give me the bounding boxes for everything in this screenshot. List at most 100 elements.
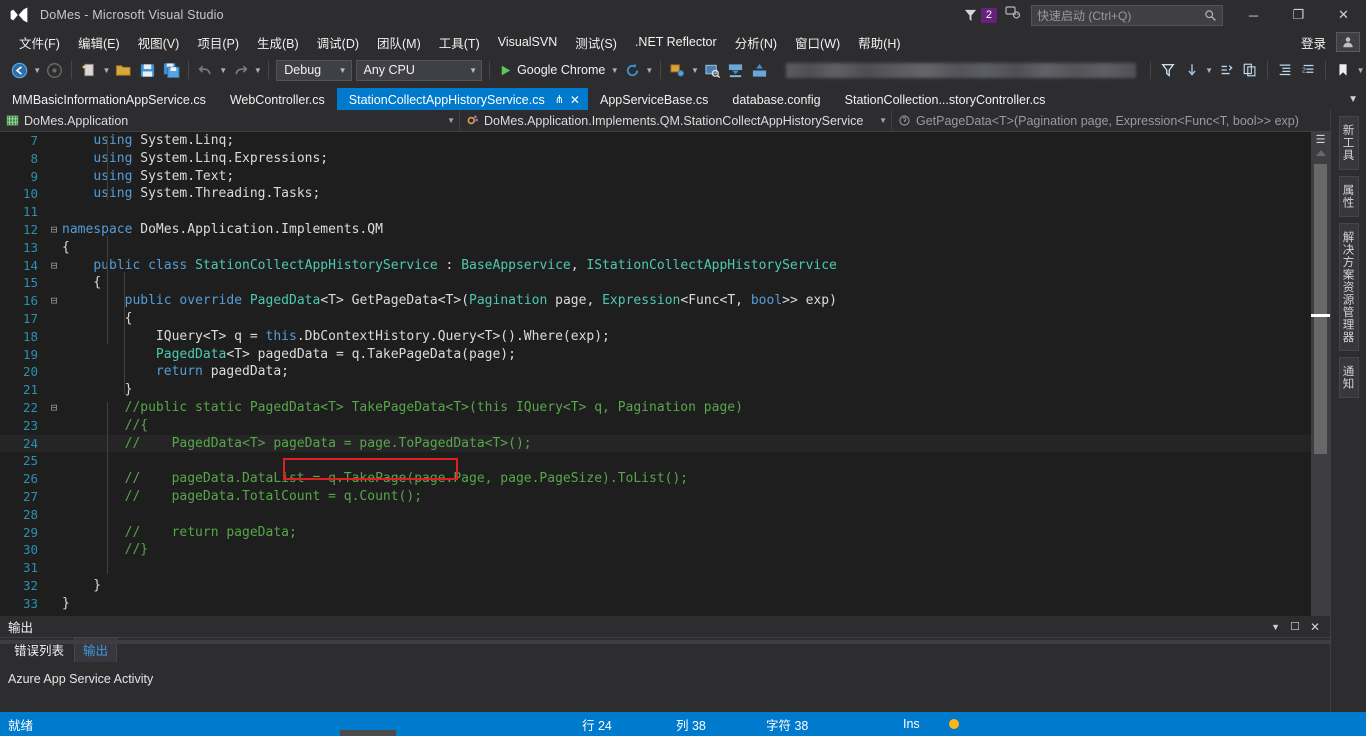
copy-icon[interactable] — [1239, 59, 1261, 81]
refresh-dropdown-icon[interactable]: ▼ — [644, 59, 655, 81]
code-line[interactable]: 15 { — [0, 274, 1311, 292]
code-line[interactable]: 28 — [0, 506, 1311, 524]
code-editor[interactable]: 7 using System.Linq; 8 using System.Linq.… — [0, 132, 1330, 616]
account-icon[interactable] — [1336, 32, 1360, 52]
attach-dropdown-icon[interactable]: ▼ — [690, 59, 701, 81]
menu-item-file[interactable]: 文件(F) — [10, 30, 69, 55]
editor-vertical-scrollbar[interactable]: ☰ — [1311, 132, 1330, 616]
find-window-icon[interactable] — [701, 59, 723, 81]
undo-icon[interactable] — [195, 59, 217, 81]
refresh-icon[interactable] — [621, 59, 643, 81]
code-line[interactable]: 33} — [0, 595, 1311, 613]
menu-item-team[interactable]: 团队(M) — [368, 30, 430, 55]
start-debugging-button[interactable]: Google Chrome — [495, 59, 609, 81]
sign-in-button[interactable]: 登录 — [1291, 30, 1336, 55]
download-icon[interactable] — [725, 59, 747, 81]
save-icon[interactable] — [137, 59, 159, 81]
menu-item-build[interactable]: 生成(B) — [248, 30, 308, 55]
tab-mmbasicinformationappservice[interactable]: MMBasicInformationAppService.cs — [0, 88, 218, 110]
navbar-project-combo[interactable]: DoMes.Application ▼ — [0, 110, 460, 131]
fold-toggle-icon[interactable]: ⊟ — [46, 292, 62, 310]
code-line[interactable]: 30 //} — [0, 541, 1311, 559]
pin-icon[interactable]: ⋔ — [555, 93, 564, 106]
output-horizontal-scrollbar[interactable] — [0, 640, 1330, 644]
navbar-class-combo[interactable]: DoMes.Application.Implements.QM.StationC… — [460, 110, 892, 131]
menu-item-edit[interactable]: 编辑(E) — [69, 30, 129, 55]
platform-combo[interactable]: Any CPU ▼ — [355, 59, 483, 81]
menu-item-analyze[interactable]: 分析(N) — [726, 30, 786, 55]
navigate-back-icon[interactable] — [9, 59, 31, 81]
tab-stationcollectapphistoryservice[interactable]: StationCollectAppHistoryService.cs ⋔ ✕ — [336, 88, 588, 110]
bookmark-dropdown-icon[interactable]: ▼ — [1355, 59, 1366, 81]
code-line[interactable]: 19 PagedData<T> pagedData = q.TakePageDa… — [0, 346, 1311, 364]
code-line[interactable]: 20 return pagedData; — [0, 363, 1311, 381]
fold-toggle-icon[interactable]: ⊟ — [46, 399, 62, 417]
start-dropdown-icon[interactable]: ▼ — [609, 59, 620, 81]
chevron-down-icon[interactable]: ▼ — [1271, 622, 1280, 632]
configuration-combo[interactable]: Debug ▼ — [276, 59, 352, 81]
code-line[interactable]: 17 { — [0, 310, 1311, 328]
redo-dropdown-icon[interactable]: ▼ — [252, 59, 263, 81]
code-line[interactable]: 26 // pageData.DataList = q.TakePage(pag… — [0, 470, 1311, 488]
split-view-icon[interactable]: ☰ — [1314, 134, 1327, 147]
notification-area[interactable]: 2 — [963, 7, 997, 23]
code-line[interactable]: 24 // PagedData<T> pageData = page.ToPag… — [0, 434, 1311, 453]
minimize-button[interactable]: ─ — [1231, 0, 1276, 30]
tab-overflow-icon[interactable]: ▼ — [1340, 88, 1366, 110]
save-all-icon[interactable] — [160, 59, 182, 81]
menu-item-project[interactable]: 项目(P) — [188, 30, 248, 55]
code-line[interactable]: 11 — [0, 203, 1311, 221]
code-line[interactable]: 27 // pageData.TotalCount = q.Count(); — [0, 488, 1311, 506]
feedback-smiley-icon[interactable] — [1005, 5, 1021, 26]
code-line[interactable]: 9 using System.Text; — [0, 168, 1311, 186]
new-project-icon[interactable] — [78, 59, 100, 81]
undo-dropdown-icon[interactable]: ▼ — [218, 59, 229, 81]
maximize-button[interactable]: ❐ — [1276, 0, 1321, 30]
code-lines-container[interactable]: 7 using System.Linq; 8 using System.Linq.… — [0, 132, 1311, 616]
code-line[interactable]: 16 ⊟ public override PagedData<T> GetPage… — [0, 292, 1311, 310]
indent-icon[interactable] — [1274, 59, 1296, 81]
code-line[interactable]: 18 IQuery<T> q = this.DbContextHistory.Q… — [0, 328, 1311, 346]
menu-item-window[interactable]: 窗口(W) — [786, 30, 849, 55]
open-file-icon[interactable] — [113, 59, 135, 81]
upload-icon[interactable] — [749, 59, 771, 81]
menu-item-help[interactable]: 帮助(H) — [849, 30, 909, 55]
quick-launch-input[interactable]: 快速启动 (Ctrl+Q) — [1031, 4, 1223, 26]
close-panel-icon[interactable]: ✕ — [1310, 620, 1320, 634]
fold-toggle-icon[interactable]: ⊟ — [46, 257, 62, 275]
dock-tab-notifications[interactable]: 通知 — [1338, 357, 1359, 398]
redo-icon[interactable] — [230, 59, 252, 81]
menu-item-debug[interactable]: 调试(D) — [308, 30, 368, 55]
scrollbar-thumb[interactable] — [1314, 164, 1327, 454]
tab-appservicebase[interactable]: AppServiceBase.cs — [588, 88, 720, 110]
bookmark-icon[interactable] — [1332, 59, 1354, 81]
code-line[interactable]: 25 — [0, 452, 1311, 470]
code-line[interactable]: 21 } — [0, 381, 1311, 399]
code-line[interactable]: 22 ⊟ //public static PagedData<T> TakePag… — [0, 399, 1311, 417]
output-panel-body[interactable]: Azure App Service Activity — [0, 662, 1330, 714]
tab-database-config[interactable]: database.config — [720, 88, 832, 110]
code-line[interactable]: 12 ⊟ namespace DoMes.Application.Implement… — [0, 221, 1311, 239]
close-button[interactable]: ✕ — [1321, 0, 1366, 30]
close-icon[interactable]: ✕ — [570, 93, 580, 107]
navigate-back-dropdown-icon[interactable]: ▼ — [32, 59, 43, 81]
code-line[interactable]: 13 { — [0, 239, 1311, 257]
code-line[interactable]: 7 using System.Linq; — [0, 132, 1311, 150]
sort-dropdown-icon[interactable]: ▼ — [1204, 59, 1215, 81]
dock-tab-solution-explorer[interactable]: 解决方案资源管理器 — [1338, 222, 1359, 351]
code-line[interactable]: 32 } — [0, 577, 1311, 595]
code-line[interactable]: 14 ⊟ public class StationCollectAppHistor… — [0, 257, 1311, 275]
filter-icon[interactable] — [1157, 59, 1179, 81]
dock-tab-properties[interactable]: 属性 — [1338, 175, 1359, 217]
step-into-icon[interactable] — [1216, 59, 1238, 81]
tab-stationcollection-controller[interactable]: StationCollection...storyController.cs — [833, 88, 1058, 110]
dock-tab-toolbox[interactable]: 新工具 — [1338, 116, 1359, 170]
code-line[interactable]: 23 //{ — [0, 417, 1311, 435]
fold-toggle-icon[interactable]: ⊟ — [46, 221, 62, 239]
code-line[interactable]: 29 // return pageData; — [0, 524, 1311, 542]
menu-item-view[interactable]: 视图(V) — [129, 30, 189, 55]
maximize-panel-icon[interactable]: ☐ — [1290, 620, 1300, 633]
code-line[interactable]: 31 — [0, 559, 1311, 577]
scroll-up-icon[interactable] — [1316, 150, 1326, 156]
code-line[interactable]: 10 using System.Threading.Tasks; — [0, 185, 1311, 203]
